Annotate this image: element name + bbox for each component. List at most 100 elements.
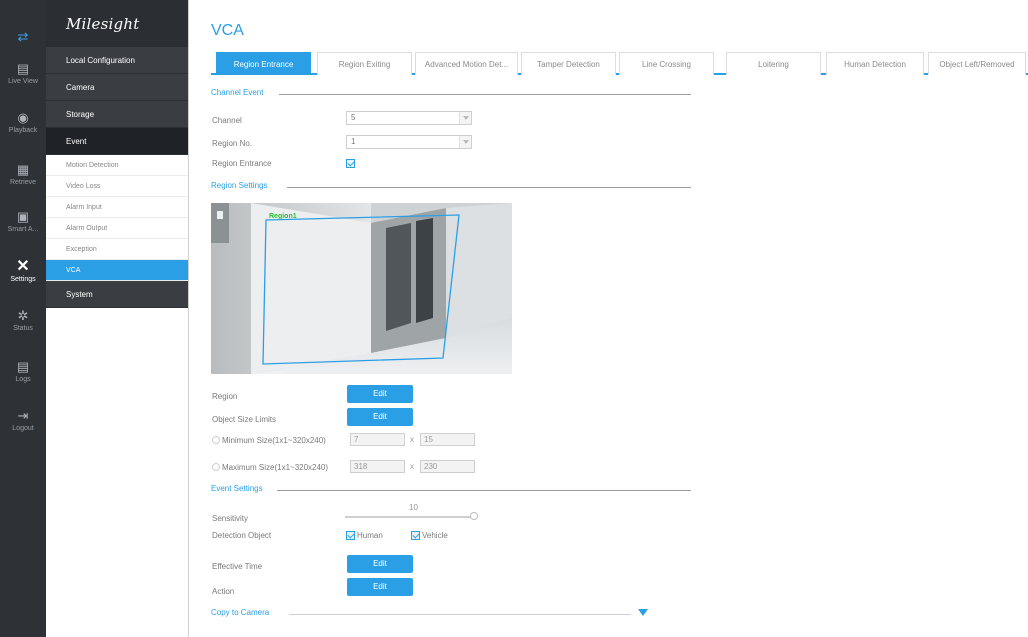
sensitivity-label: Sensitivity — [212, 514, 249, 523]
region-no-select-value: 1 — [351, 137, 356, 146]
detection-object-label: Detection Object — [212, 531, 272, 540]
max-size-label: Maximum Size(1x1~320x240) — [222, 463, 329, 472]
section-channel-event: Channel Event — [211, 88, 691, 100]
chevron-down-icon — [459, 112, 471, 124]
section-divider — [289, 614, 631, 615]
section-title: Copy to Camera — [211, 608, 270, 617]
channel-select-value: 5 — [351, 113, 356, 122]
vehicle-checkbox[interactable] — [411, 531, 420, 540]
tab-region-exiting[interactable]: Region Exiting — [317, 52, 412, 75]
rail-label: Smart A... — [7, 226, 39, 233]
section-copy-to-camera[interactable]: Copy to Camera — [211, 608, 631, 620]
region-no-select[interactable]: 1 — [346, 135, 472, 149]
min-size-radio[interactable] — [212, 436, 220, 444]
logout-icon: ⇥ — [17, 408, 29, 423]
sensitivity-slider-track[interactable] — [345, 516, 473, 518]
menu-header: Milesight — [46, 0, 188, 47]
settings-icon: ✕ — [16, 258, 30, 275]
object-size-limits-label: Object Size Limits — [212, 415, 277, 424]
settings-menu: Milesight Local Configuration Camera Sto… — [46, 0, 189, 637]
tab-region-entrance[interactable]: Region Entrance — [216, 52, 311, 75]
section-title: Channel Event — [211, 88, 264, 97]
region-edit-button[interactable]: Edit — [347, 385, 413, 403]
page-title: VCA — [211, 22, 244, 39]
sensitivity-value: 10 — [409, 503, 418, 512]
live-view-icon: ▤ — [16, 61, 30, 76]
rail-item-logs[interactable]: ▤ Logs — [0, 359, 46, 384]
action-edit-button[interactable]: Edit — [347, 578, 413, 596]
menu-sub-exception[interactable]: Exception — [46, 239, 188, 260]
rail-item-settings[interactable]: ✕ Settings — [0, 258, 46, 284]
region-no-label: Region No. — [212, 139, 253, 148]
region-label: Region — [212, 392, 238, 401]
tab-object-left-removed[interactable]: Object Left/Removed — [928, 52, 1026, 75]
rail-item-toggle[interactable]: ⇄ — [0, 30, 46, 46]
tab-human-detection[interactable]: Human Detection — [826, 52, 924, 75]
brand-logo: Milesight — [66, 15, 140, 33]
section-event-settings: Event Settings — [211, 484, 691, 496]
menu-item-storage[interactable]: Storage — [46, 101, 188, 128]
times-sign: x — [410, 435, 414, 444]
menu-sub-alarm-input[interactable]: Alarm Input — [46, 197, 188, 218]
tab-line-crossing[interactable]: Line Crossing — [619, 52, 714, 75]
tab-loitering[interactable]: Loitering — [726, 52, 821, 75]
min-height-input[interactable]: 15 — [420, 433, 475, 446]
rail-label: Retrieve — [9, 179, 37, 186]
playback-icon: ◉ — [17, 110, 29, 125]
times-sign: x — [410, 462, 414, 471]
action-label: Action — [212, 587, 235, 596]
section-divider — [287, 187, 691, 188]
rail-label: Logout — [12, 425, 34, 432]
section-title: Event Settings — [211, 484, 263, 493]
status-icon: ✲ — [17, 308, 29, 323]
section-region-settings: Region Settings — [211, 181, 691, 193]
human-checkbox[interactable] — [346, 531, 355, 540]
icon-rail: ⇄ ▤ Live View ◉ Playback ▦ Retrieve ▣ Sm… — [0, 0, 46, 637]
section-divider — [279, 94, 691, 95]
menu-sub-alarm-output[interactable]: Alarm Output — [46, 218, 188, 239]
rail-item-live-view[interactable]: ▤ Live View — [0, 61, 46, 86]
menu-item-local-configuration[interactable]: Local Configuration — [46, 47, 188, 74]
section-divider — [277, 490, 691, 491]
vca-tabs: Region Entrance Region Exiting Advanced … — [211, 52, 1028, 75]
sensitivity-slider-handle[interactable] — [470, 512, 478, 520]
min-width-input[interactable]: 7 — [350, 433, 405, 446]
camera-preview[interactable]: Region1 — [211, 203, 512, 374]
menu-item-camera[interactable]: Camera — [46, 74, 188, 101]
smart-analysis-icon: ▣ — [16, 209, 30, 224]
effective-time-edit-button[interactable]: Edit — [347, 555, 413, 573]
menu-sub-motion-detection[interactable]: Motion Detection — [46, 155, 188, 176]
tab-tamper-detection[interactable]: Tamper Detection — [521, 52, 616, 75]
channel-select[interactable]: 5 — [346, 111, 472, 125]
max-size-radio[interactable] — [212, 463, 220, 471]
logs-icon: ▤ — [16, 359, 30, 374]
max-height-input[interactable]: 230 — [420, 460, 475, 473]
camera-preview-image: Region1 — [211, 203, 512, 374]
menu-item-system[interactable]: System — [46, 281, 188, 308]
menu-sub-vca[interactable]: VCA — [46, 260, 188, 281]
expand-arrow-icon[interactable] — [638, 609, 648, 616]
tab-advanced-motion-detection[interactable]: Advanced Motion Det... — [415, 52, 518, 75]
section-title: Region Settings — [211, 181, 268, 190]
rail-label: Live View — [8, 78, 38, 85]
channel-label: Channel — [212, 116, 242, 125]
rail-item-playback[interactable]: ◉ Playback — [0, 110, 46, 135]
region-entrance-checkbox[interactable] — [346, 159, 355, 168]
rail-label: Status — [13, 325, 33, 332]
menu-item-event[interactable]: Event — [46, 128, 188, 155]
vehicle-label: Vehicle — [422, 531, 448, 540]
rail-item-retrieve[interactable]: ▦ Retrieve — [0, 162, 46, 187]
effective-time-label: Effective Time — [212, 562, 263, 571]
rail-item-logout[interactable]: ⇥ Logout — [0, 408, 46, 433]
rail-label: Logs — [15, 376, 31, 383]
object-size-limits-edit-button[interactable]: Edit — [347, 408, 413, 426]
human-label: Human — [357, 531, 383, 540]
rail-item-smart-analysis[interactable]: ▣ Smart A... — [0, 209, 46, 234]
retrieve-icon: ▦ — [16, 162, 30, 177]
max-width-input[interactable]: 318 — [350, 460, 405, 473]
rail-item-status[interactable]: ✲ Status — [0, 308, 46, 333]
menu-sub-video-loss[interactable]: Video Loss — [46, 176, 188, 197]
region-entrance-label: Region Entrance — [212, 159, 272, 168]
swap-arrows-icon: ⇄ — [17, 29, 29, 44]
region-overlay-label: Region1 — [269, 213, 297, 220]
